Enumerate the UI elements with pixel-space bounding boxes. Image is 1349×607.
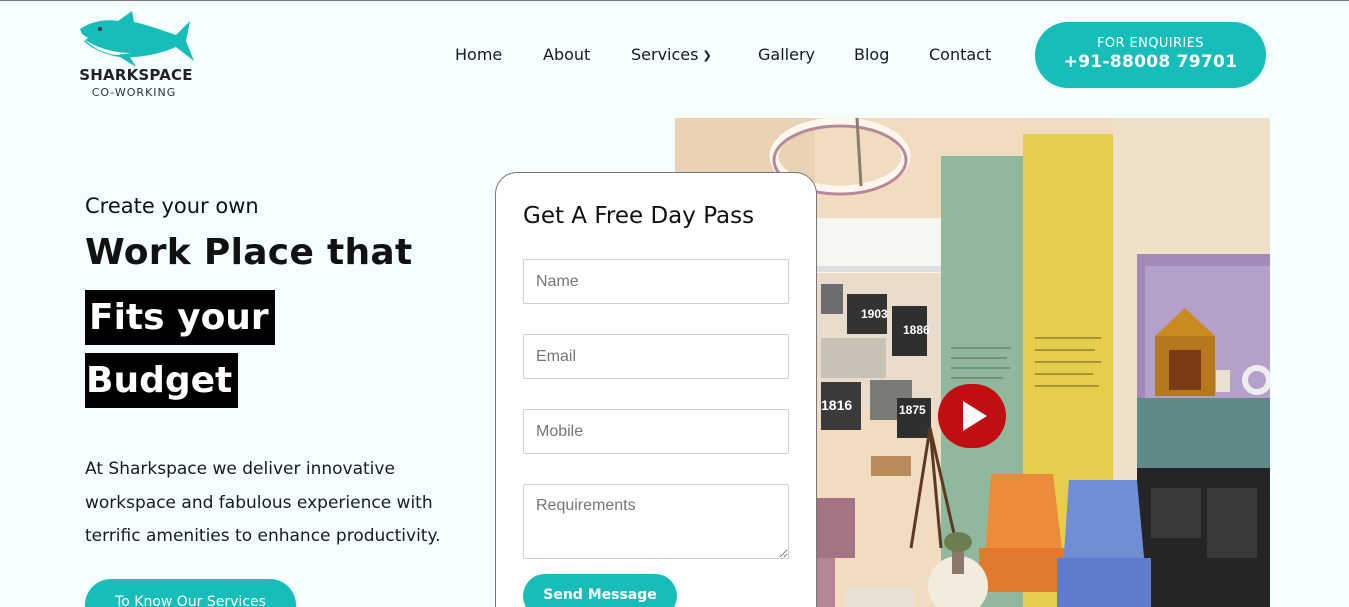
brand-name: SHARKSPACE [79,66,193,84]
nav-about[interactable]: About [543,45,590,64]
photo-year-1816: 1816 [821,397,852,413]
photo-year-1886: 1886 [903,323,930,337]
enquiry-phone: +91-88008 79701 [1063,52,1238,72]
form-title: Get A Free Day Pass [523,203,755,229]
nav-blog[interactable]: Blog [854,45,889,64]
name-field[interactable] [523,259,789,304]
requirements-field[interactable] [523,484,789,559]
photo-year-1875: 1875 [899,403,926,417]
shark-logo-icon [80,11,194,67]
logo[interactable]: SHARKSPACE CO-WORKING [72,9,200,101]
mobile-field[interactable] [523,409,789,454]
play-icon [963,401,987,431]
nav-home[interactable]: Home [455,45,502,64]
nav-services[interactable]: Services ❯ [631,45,712,64]
hero-highlight-fits: Fits your [85,290,275,345]
chevron-down-icon: ❯ [702,49,712,62]
nav-services-label: Services [631,45,699,64]
hero-title: Work Place that [85,232,413,273]
nav-gallery[interactable]: Gallery [758,45,815,64]
hero-highlight-budget: Budget [85,353,239,408]
brand-tagline: CO-WORKING [91,86,177,99]
email-field[interactable] [523,334,789,379]
services-cta-button[interactable]: To Know Our Services [85,579,296,607]
enquiry-phone-button[interactable]: FOR ENQUIRIES +91-88008 79701 [1035,22,1266,88]
hero-kicker: Create your own [85,194,259,218]
enquiry-label: FOR ENQUIRIES [1097,36,1204,51]
video-play-button[interactable] [938,384,1006,448]
send-message-button[interactable]: Send Message [523,574,677,607]
nav-contact[interactable]: Contact [929,45,991,64]
day-pass-form: Get A Free Day Pass Send Message [495,172,817,607]
hero-description: At Sharkspace we deliver innovative work… [85,459,441,546]
photo-year-1903: 1903 [861,307,888,321]
